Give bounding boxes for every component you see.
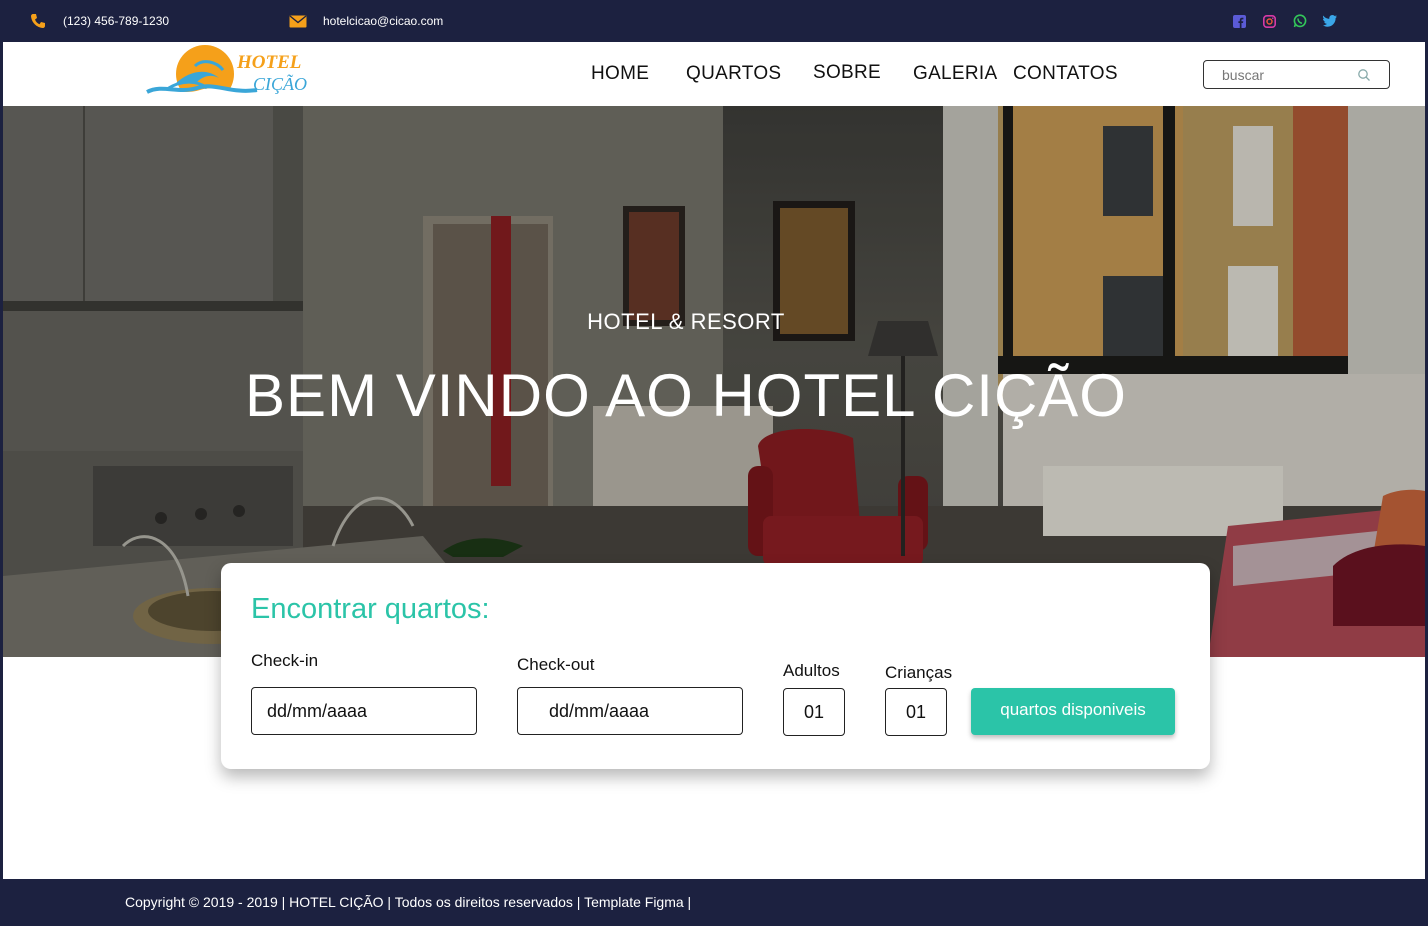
email-text: hotelcicao@cicao.com <box>323 14 444 28</box>
footer-copyright: Copyright © 2019 - 2019 | HOTEL CIÇÃO | … <box>125 894 692 910</box>
twitter-icon[interactable] <box>1322 14 1337 29</box>
search-box <box>1203 60 1390 89</box>
social-links <box>1232 0 1337 42</box>
adults-field[interactable]: 01 <box>783 688 845 736</box>
contact-bar: (123) 456-789-1230 hotelcicao@cicao.com <box>3 0 1425 42</box>
nav-item-galeria[interactable]: GALERIA <box>913 63 997 85</box>
nav-item-contatos[interactable]: CONTATOS <box>1013 63 1118 85</box>
facebook-icon[interactable] <box>1232 14 1247 29</box>
checkout-field[interactable]: dd/mm/aaaa <box>517 687 743 735</box>
main-header: HOTEL CIÇÃO HOME QUARTOS SOBRE GALERIA C… <box>3 42 1425 106</box>
logo-text-hotel: HOTEL <box>236 52 301 73</box>
phone-text: (123) 456-789-1230 <box>63 14 170 28</box>
search-input[interactable] <box>1222 65 1352 85</box>
checkout-label: Check-out <box>517 655 595 674</box>
checkin-value: dd/mm/aaaa <box>267 700 368 721</box>
email-contact[interactable]: hotelcicao@cicao.com <box>289 0 443 42</box>
nav-item-home[interactable]: HOME <box>591 63 649 85</box>
logo-text-cicao: CIÇÃO <box>253 74 307 94</box>
footer: Copyright © 2019 - 2019 | HOTEL CIÇÃO | … <box>3 879 1425 926</box>
adults-value: 01 <box>803 701 825 722</box>
phone-contact[interactable]: (123) 456-789-1230 <box>29 0 169 42</box>
room-search-title: Encontrar quartos: <box>251 593 490 625</box>
children-field[interactable]: 01 <box>885 688 947 736</box>
phone-icon <box>29 12 47 30</box>
checkout-value: dd/mm/aaaa <box>549 700 650 721</box>
checkin-label: Check-in <box>251 651 319 670</box>
page: (123) 456-789-1230 hotelcicao@cicao.com <box>3 0 1425 926</box>
search-icon[interactable] <box>1357 68 1371 82</box>
nav-item-sobre[interactable]: SOBRE <box>813 62 881 84</box>
children-value: 01 <box>905 701 927 722</box>
hero-title: BEM VINDO AO HOTEL CIÇÃO <box>245 362 1127 429</box>
mail-icon <box>289 12 307 30</box>
children-label: Crianças <box>885 663 953 682</box>
whatsapp-icon[interactable] <box>1292 14 1307 29</box>
adults-label: Adultos <box>783 661 840 680</box>
room-search-card: Encontrar quartos: Check-in dd/mm/aaaa C… <box>221 563 1210 769</box>
instagram-icon[interactable] <box>1262 14 1277 29</box>
nav-item-quartos[interactable]: QUARTOS <box>686 63 781 85</box>
hotel-logo[interactable]: HOTEL CIÇÃO <box>145 44 315 104</box>
hero-subtitle: HOTEL & RESORT <box>587 309 785 334</box>
available-rooms-button[interactable]: quartos disponiveis <box>971 688 1175 735</box>
checkin-field[interactable]: dd/mm/aaaa <box>251 687 477 735</box>
